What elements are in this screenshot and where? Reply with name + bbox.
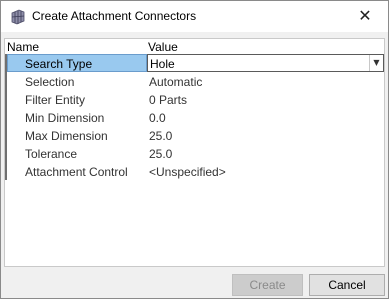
row-min-dimension[interactable]: Min Dimension 0.0	[5, 108, 384, 126]
cancel-button[interactable]: Cancel	[309, 274, 385, 296]
row-max-dimension[interactable]: Max Dimension 25.0	[5, 126, 384, 144]
search-type-value: Hole	[150, 57, 175, 71]
property-name: Min Dimension	[25, 111, 105, 125]
row-selection[interactable]: Selection Automatic	[5, 72, 384, 90]
property-name: Max Dimension	[25, 129, 108, 143]
grid-body: Search Type Hole ▼ Selection Automatic F…	[5, 54, 384, 180]
search-type-select[interactable]: Hole ▼	[147, 54, 384, 72]
property-value[interactable]: 0 Parts	[149, 93, 187, 107]
row-gutter	[5, 72, 7, 90]
chevron-down-icon[interactable]: ▼	[369, 55, 383, 71]
property-value[interactable]: Automatic	[149, 75, 202, 89]
title-bar[interactable]: Create Attachment Connectors ✕	[1, 1, 388, 32]
close-button[interactable]: ✕	[342, 1, 388, 32]
property-value[interactable]: <Unspecified>	[149, 165, 226, 179]
create-button[interactable]: Create	[232, 274, 303, 296]
property-name: Filter Entity	[25, 93, 86, 107]
row-filter-entity[interactable]: Filter Entity 0 Parts	[5, 90, 384, 108]
row-gutter	[5, 90, 7, 108]
property-name: Selection	[25, 75, 75, 89]
row-tolerance[interactable]: Tolerance 25.0	[5, 144, 384, 162]
column-header-name[interactable]: Name	[7, 40, 39, 54]
property-value[interactable]: 0.0	[149, 111, 166, 125]
property-name: Search Type	[25, 57, 93, 71]
grid-header: Name Value	[5, 39, 384, 54]
property-grid[interactable]: Name Value Search Type Hole ▼ Selection …	[4, 38, 385, 267]
row-search-type[interactable]: Search Type Hole ▼	[5, 54, 384, 72]
property-value[interactable]: 25.0	[149, 147, 172, 161]
row-gutter	[5, 108, 7, 126]
column-header-value[interactable]: Value	[148, 40, 178, 54]
row-attachment-control[interactable]: Attachment Control <Unspecified>	[5, 162, 384, 180]
property-value[interactable]: 25.0	[149, 129, 172, 143]
attachment-connectors-icon	[10, 9, 26, 25]
row-gutter	[5, 126, 7, 144]
property-name: Tolerance	[25, 147, 78, 161]
dialog-title: Create Attachment Connectors	[32, 9, 197, 23]
property-name: Attachment Control	[25, 165, 128, 179]
dialog-window: Create Attachment Connectors ✕ Name Valu…	[0, 0, 389, 299]
row-gutter	[5, 144, 7, 162]
row-gutter	[5, 162, 7, 180]
close-icon: ✕	[358, 6, 372, 25]
